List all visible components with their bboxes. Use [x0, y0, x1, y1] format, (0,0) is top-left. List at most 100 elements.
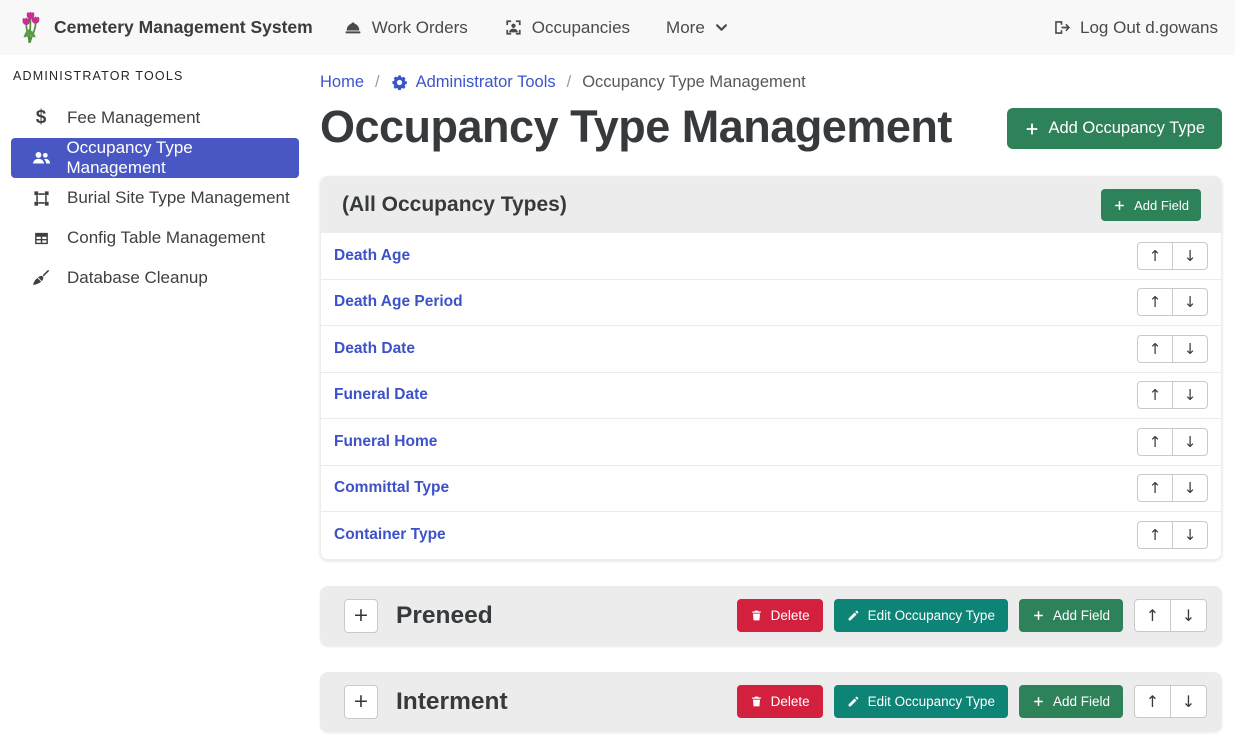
nav-more[interactable]: More — [666, 18, 729, 38]
all-occupancy-types-card: (All Occupancy Types) Add Field Death Ag… — [320, 176, 1222, 560]
plus-icon — [1032, 695, 1045, 708]
edit-occupancy-type-button[interactable]: Edit Occupancy Type — [834, 599, 1008, 632]
occupancy-type-title: Preneed — [396, 602, 493, 630]
move-down-button[interactable]: ↓ — [1172, 335, 1208, 363]
sidebar-item-fee-management[interactable]: $ Fee Management — [11, 98, 299, 138]
move-up-button[interactable]: ↑ — [1137, 335, 1173, 363]
edit-occupancy-type-button[interactable]: Edit Occupancy Type — [834, 685, 1008, 718]
field-row: Funeral Home ↑ ↓ — [321, 419, 1221, 466]
occupancy-type-section-preneed: + Preneed Delete Edit Occupancy Type Add… — [320, 586, 1222, 646]
title-row: Occupancy Type Management Add Occupancy … — [320, 101, 1222, 153]
move-down-button[interactable]: ↓ — [1172, 521, 1208, 549]
nav-more-label: More — [666, 18, 705, 38]
move-down-button[interactable]: ↓ — [1172, 381, 1208, 409]
field-row: Committal Type ↑ ↓ — [321, 466, 1221, 513]
move-down-button[interactable]: ↓ — [1170, 685, 1207, 718]
nav-work-orders[interactable]: Work Orders — [343, 18, 468, 38]
sidebar-item-label: Config Table Management — [67, 228, 265, 248]
sidebar-item-config-table-management[interactable]: Config Table Management — [11, 218, 299, 258]
users-icon — [30, 148, 51, 168]
breadcrumb: Home / Administrator Tools / Occupancy T… — [320, 73, 1222, 92]
breadcrumb-separator: / — [375, 73, 380, 92]
plus-icon — [1024, 121, 1040, 137]
field-row: Death Age Period ↑ ↓ — [321, 280, 1221, 327]
trash-icon — [750, 695, 763, 708]
move-up-button[interactable]: ↑ — [1137, 474, 1173, 502]
person-frame-icon — [504, 18, 523, 37]
sidebar-item-burial-site-type-management[interactable]: Burial Site Type Management — [11, 178, 299, 218]
field-row: Funeral Date ↑ ↓ — [321, 373, 1221, 420]
move-down-button[interactable]: ↓ — [1170, 599, 1207, 632]
sidebar-item-label: Occupancy Type Management — [66, 138, 291, 178]
pencil-icon — [847, 609, 860, 622]
logout-icon — [1052, 18, 1071, 37]
reorder-controls: ↑ ↓ — [1137, 242, 1208, 270]
move-up-button[interactable]: ↑ — [1137, 242, 1173, 270]
field-link-death-date[interactable]: Death Date — [334, 340, 415, 358]
top-navbar: Cemetery Management System Work Orders O… — [0, 0, 1235, 55]
sidebar-item-occupancy-type-management[interactable]: Occupancy Type Management — [11, 138, 299, 178]
all-occupancy-types-header: (All Occupancy Types) Add Field — [321, 177, 1221, 233]
dollar-icon: $ — [30, 107, 52, 129]
table-icon — [30, 230, 52, 247]
plus-icon — [1032, 609, 1045, 622]
move-up-button[interactable]: ↑ — [1134, 685, 1171, 718]
move-up-button[interactable]: ↑ — [1137, 521, 1173, 549]
tulip-logo-icon — [17, 10, 44, 45]
logout-link[interactable]: Log Out d.gowans — [1052, 18, 1218, 38]
move-down-button[interactable]: ↓ — [1172, 474, 1208, 502]
hard-hat-icon — [343, 18, 363, 38]
app-title: Cemetery Management System — [54, 17, 313, 38]
sidebar: ADMINISTRATOR TOOLS $ Fee Management Occ… — [0, 55, 310, 738]
field-link-funeral-home[interactable]: Funeral Home — [334, 433, 437, 451]
move-up-button[interactable]: ↑ — [1137, 428, 1173, 456]
nav-occupancies-label: Occupancies — [532, 18, 630, 38]
reorder-controls: ↑ ↓ — [1134, 685, 1207, 718]
chevron-down-icon — [714, 20, 729, 35]
field-link-funeral-date[interactable]: Funeral Date — [334, 386, 428, 404]
field-link-death-age-period[interactable]: Death Age Period — [334, 293, 463, 311]
nav-occupancies[interactable]: Occupancies — [504, 18, 630, 38]
expand-button[interactable]: + — [344, 685, 378, 719]
trash-icon — [750, 609, 763, 622]
page-title: Occupancy Type Management — [320, 101, 952, 153]
field-row: Container Type ↑ ↓ — [321, 512, 1221, 559]
reorder-controls: ↑ ↓ — [1137, 288, 1208, 316]
add-field-button[interactable]: Add Field — [1019, 599, 1123, 632]
expand-button[interactable]: + — [344, 599, 378, 633]
nav-work-orders-label: Work Orders — [372, 18, 468, 38]
field-row: Death Date ↑ ↓ — [321, 326, 1221, 373]
broom-icon — [30, 269, 52, 287]
sidebar-item-label: Database Cleanup — [67, 268, 208, 288]
sidebar-item-database-cleanup[interactable]: Database Cleanup — [11, 258, 299, 298]
sidebar-heading: ADMINISTRATOR TOOLS — [0, 69, 310, 83]
plus-icon — [1113, 199, 1126, 212]
move-up-button[interactable]: ↑ — [1137, 381, 1173, 409]
delete-button[interactable]: Delete — [737, 599, 823, 632]
gear-icon — [391, 74, 408, 91]
field-link-death-age[interactable]: Death Age — [334, 247, 410, 265]
logout-label: Log Out d.gowans — [1080, 18, 1218, 38]
move-down-button[interactable]: ↓ — [1172, 428, 1208, 456]
reorder-controls: ↑ ↓ — [1137, 521, 1208, 549]
field-row: Death Age ↑ ↓ — [321, 233, 1221, 280]
occupancy-type-title: Interment — [396, 688, 508, 716]
delete-button[interactable]: Delete — [737, 685, 823, 718]
move-up-button[interactable]: ↑ — [1137, 288, 1173, 316]
occupancy-type-actions: Delete Edit Occupancy Type Add Field ↑ ↓ — [737, 685, 1207, 718]
add-field-button[interactable]: Add Field — [1019, 685, 1123, 718]
vector-square-icon — [30, 190, 52, 207]
move-up-button[interactable]: ↑ — [1134, 599, 1171, 632]
add-occupancy-type-button[interactable]: Add Occupancy Type — [1007, 108, 1222, 149]
add-field-button[interactable]: Add Field — [1101, 189, 1201, 221]
move-down-button[interactable]: ↓ — [1172, 242, 1208, 270]
move-down-button[interactable]: ↓ — [1172, 288, 1208, 316]
field-link-committal-type[interactable]: Committal Type — [334, 479, 449, 497]
breadcrumb-administrator-tools[interactable]: Administrator Tools — [391, 73, 556, 92]
app-brand: Cemetery Management System — [17, 10, 313, 45]
sidebar-item-label: Fee Management — [67, 108, 200, 128]
pencil-icon — [847, 695, 860, 708]
breadcrumb-home[interactable]: Home — [320, 73, 364, 92]
field-link-container-type[interactable]: Container Type — [334, 526, 446, 544]
breadcrumb-current: Occupancy Type Management — [582, 73, 806, 92]
